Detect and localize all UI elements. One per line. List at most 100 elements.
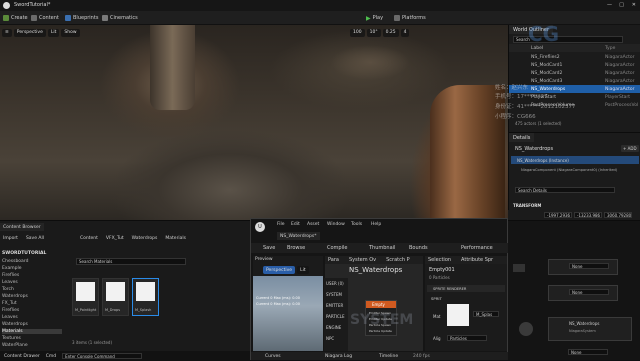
param-group[interactable]: SYSTEM [326,292,342,297]
breadcrumb-item[interactable]: Waterdrops [132,236,158,241]
tree-folder[interactable]: Chessboard [2,259,28,264]
maximize-button[interactable]: □ [619,2,624,8]
performance-button[interactable]: Performance [461,245,493,251]
component-instance-row[interactable]: NS_Waterdrops (Instance) [511,156,639,164]
param-group[interactable]: USER (0) [326,281,344,286]
preview-perspective-button[interactable]: Perspective [263,266,296,274]
compile-button[interactable]: Compile [327,245,347,251]
niagara-component-row[interactable]: NiagaraComponent (NiagaraComponent0) (In… [511,166,639,174]
tree-folder[interactable]: Fireflies [2,273,19,278]
material-thumbnail[interactable] [447,304,469,326]
level-viewport[interactable]: ≡ Perspective Lit Show 100 10° 0.25 4 [0,25,508,220]
play-button[interactable]: ▶ Play [366,14,383,22]
thumbnail-button[interactable]: Thumbnail [369,245,395,251]
tree-folder-selected[interactable]: Materials [2,329,62,334]
location-x-field[interactable]: -1997.2936 [544,212,572,218]
sprite-renderer-header[interactable]: SPRITE RENDERER [427,285,505,292]
tree-folder[interactable]: Torch [2,287,14,292]
console-input[interactable]: Enter Console Command [62,353,143,359]
close-window-button[interactable]: ✕ [632,2,636,8]
import-button[interactable]: Import [3,236,18,241]
cinematics-button[interactable]: Cinematics [102,14,138,22]
tree-folder[interactable]: Example [2,266,22,271]
scale-snap-value[interactable]: 0.25 [382,28,399,37]
outliner-row[interactable]: NS_ModCard1 NiagaraActor [509,61,640,69]
viewport-options-button[interactable]: ≡ [2,28,12,37]
tree-folder[interactable]: Leaves [2,280,18,285]
content-button[interactable]: Content [31,14,59,22]
tree-folder[interactable]: Textures [2,336,21,341]
tree-folder[interactable]: FX_Tut [2,301,17,306]
camera-speed-value[interactable]: 4 [400,28,410,37]
menu-tools[interactable]: Tools [351,222,362,227]
params-tab[interactable]: Para [328,257,339,263]
menu-file[interactable]: File [277,222,285,227]
tree-folder[interactable]: Leaves [2,315,18,320]
attribute-spreadsheet-tab[interactable]: Attribute Spr [461,257,493,263]
content-drawer-button[interactable]: Content Drawer [4,354,40,359]
preview-panel[interactable]: Preview Perspective Lit Current 0 Max (m… [253,256,323,351]
tree-root[interactable]: SWORDTUTORIAL [2,251,46,256]
alignment-dropdown[interactable]: Particles [447,335,487,341]
outliner-row[interactable]: NS_ModCard2 NiagaraActor [509,69,640,77]
preview-lit-button[interactable]: Lit [297,266,309,274]
outliner-row[interactable]: NS_ModCard3 NiagaraActor [509,77,640,85]
tree-folder[interactable]: Waterdrops [2,294,28,299]
system-graph-node[interactable]: NS_Waterdrops NiagaraSystem [519,317,632,341]
angle-snap-value[interactable]: 10° [366,28,381,37]
bounds-button[interactable]: Bounds [409,245,428,251]
menu-edit[interactable]: Edit [291,222,300,227]
emitter-stage[interactable]: Particle Update [369,329,392,333]
tree-folder[interactable]: WaterPlane [2,343,28,348]
system-overview-tab[interactable]: System Ov [349,257,376,263]
breadcrumb-item[interactable]: Materials [165,236,186,241]
transform-section-header[interactable]: TRANSFORM [513,203,541,208]
node-dropdown[interactable]: None [568,349,608,355]
param-group[interactable]: ENGINE [326,325,341,330]
selection-tab[interactable]: Selection [428,257,451,263]
asset-tile[interactable]: M_Pointlight [72,278,99,316]
breadcrumb-item[interactable]: VFX_Tut [106,236,124,241]
preview-tab[interactable]: Preview [255,257,273,262]
show-button[interactable]: Show [61,28,80,37]
cmd-button[interactable]: Cmd [46,354,56,359]
menu-help[interactable]: Help [371,222,381,227]
lit-button[interactable]: Lit [47,28,60,37]
sprite-section-header[interactable]: SPRIT [431,296,442,301]
add-component-button[interactable]: + ADD [621,145,639,152]
asset-tile-selected[interactable]: M_Splash [132,278,159,316]
create-button[interactable]: Create [3,14,28,22]
platforms-button[interactable]: Platforms [394,14,426,22]
menu-asset[interactable]: Asset [307,222,319,227]
tree-folder[interactable]: Waterdrops [2,322,28,327]
node-dropdown[interactable]: None [569,263,609,269]
blueprints-button[interactable]: Blueprints [65,14,98,22]
param-group[interactable]: EMITTER [326,303,343,308]
browse-button[interactable]: Browse [287,245,305,251]
menu-window[interactable]: Window [327,222,345,227]
asset-tile[interactable]: M_Drops [102,278,129,316]
niagara-log-tab[interactable]: Niagara Log [325,354,352,359]
material-dropdown[interactable]: M_Splas [473,311,499,317]
location-z-field[interactable]: 3060.79280 [604,212,632,218]
save-all-button[interactable]: Save All [26,236,44,241]
location-y-field[interactable]: -13233.986 [574,212,602,218]
grid-snap-value[interactable]: 100 [350,28,365,37]
breadcrumb-item[interactable]: Content [80,236,98,241]
tree-folder[interactable]: Fireflies [2,308,19,313]
save-button[interactable]: Save [263,245,275,251]
details-tab[interactable]: Details [509,133,535,142]
asset-search-input[interactable]: Search Materials [76,258,186,265]
graph-node[interactable]: None [513,259,618,275]
timeline-tab[interactable]: Timeline [379,354,398,359]
minimize-button[interactable]: — [607,2,612,8]
content-browser-tab[interactable]: Content Browser [0,223,44,231]
niagara-document-tab[interactable]: NS_Waterdrops* [277,232,320,240]
param-group[interactable]: NPC [326,336,334,341]
perspective-button[interactable]: Perspective [13,28,46,37]
scratch-pad-tab[interactable]: Scratch P [386,257,410,263]
curves-tab[interactable]: Curves [265,354,281,359]
param-group[interactable]: PARTICLE [326,314,345,319]
graph-node[interactable]: None [548,285,618,301]
outliner-row[interactable]: NS_Fireflies2 NiagaraActor [509,53,640,61]
